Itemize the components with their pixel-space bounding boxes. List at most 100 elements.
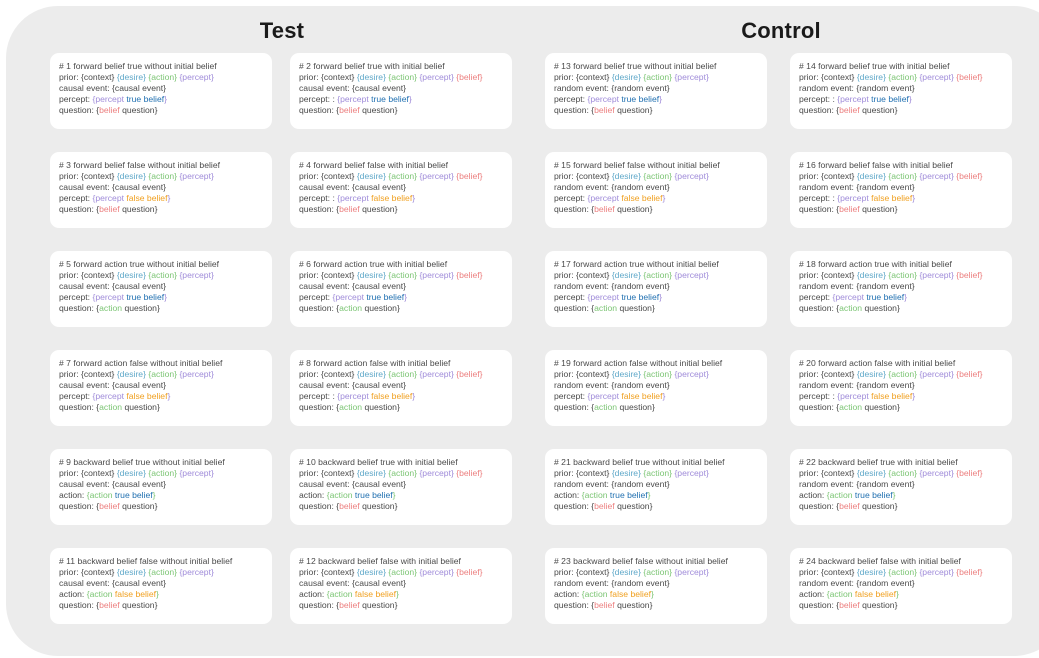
- text-token: question: {: [799, 303, 840, 313]
- percept-token: {percept}: [919, 567, 954, 577]
- card-line: random event: {random event}: [554, 182, 767, 193]
- text-token: percept: :: [799, 391, 838, 401]
- card-line: question: {belief question}: [799, 105, 1012, 116]
- action-token: {action}: [148, 369, 178, 379]
- card-title: # 10 backward belief true with initial b…: [299, 457, 458, 467]
- scenario-card: # 3 forward belief false without initial…: [50, 152, 272, 228]
- card-line: question: {action question}: [554, 402, 767, 413]
- percept-token: }: [408, 94, 412, 104]
- belief-token: {belief}: [956, 270, 983, 280]
- true-belief-token: true belief: [871, 94, 909, 104]
- action-token: action: [594, 402, 618, 412]
- action-token: {action}: [643, 468, 673, 478]
- percept-token: {percept}: [919, 171, 954, 181]
- desire-token: {desire}: [356, 468, 386, 478]
- true-belief-token: true belief: [866, 292, 905, 302]
- text-token: prior: {context}: [799, 369, 857, 379]
- action-token: {action}: [388, 567, 418, 577]
- card-line: prior: {context} {desire} {action} {perc…: [299, 468, 512, 479]
- percept-token: {percept}: [179, 468, 214, 478]
- text-token: action:: [799, 589, 827, 599]
- desire-token: {desire}: [611, 171, 641, 181]
- text-token: causal event: {causal event}: [299, 479, 407, 489]
- text-token: prior: {context}: [554, 171, 612, 181]
- card-line: random event: {random event}: [799, 380, 1012, 391]
- text-token: question: {: [554, 600, 595, 610]
- card-line: random event: {random event}: [554, 578, 767, 589]
- desire-token: {desire}: [116, 468, 146, 478]
- text-token: question: {: [299, 204, 340, 214]
- desire-token: {desire}: [356, 369, 386, 379]
- action-token: {action: [581, 589, 610, 599]
- text-token: question: {: [59, 600, 100, 610]
- text-token: question}: [617, 402, 655, 412]
- card-line: causal event: {causal event}: [59, 578, 272, 589]
- scenario-card: # 24 backward belief false with initial …: [790, 548, 1012, 624]
- text-token: question: {: [299, 105, 340, 115]
- action-token: {action}: [643, 171, 673, 181]
- belief-token: belief: [594, 105, 615, 115]
- action-token: {action}: [388, 468, 418, 478]
- text-token: percept: :: [299, 193, 338, 203]
- card-line: prior: {context} {desire} {action} {perc…: [299, 72, 512, 83]
- card-title: # 3 forward belief false without initial…: [59, 160, 220, 170]
- card-line: question: {belief question}: [59, 600, 272, 611]
- percept-token: {percept}: [179, 171, 214, 181]
- card-line: prior: {context} {desire} {action} {perc…: [299, 270, 512, 281]
- text-token: question: {: [59, 402, 100, 412]
- percept-token: {percept}: [919, 369, 954, 379]
- text-token: random event: {random event}: [554, 380, 670, 390]
- percept-token: {percept: [832, 292, 867, 302]
- desire-token: {desire}: [611, 270, 641, 280]
- true-belief-token: true belief: [366, 292, 405, 302]
- desire-token: {desire}: [611, 468, 641, 478]
- action-token: {action}: [148, 171, 178, 181]
- scenario-card: # 21 backward belief true without initia…: [545, 449, 767, 525]
- percept-token: {percept}: [674, 270, 709, 280]
- action-token: {action}: [643, 270, 673, 280]
- action-token: {action}: [148, 567, 178, 577]
- percept-token: }: [662, 391, 666, 401]
- text-token: prior: {context}: [299, 468, 357, 478]
- text-token: question: {: [299, 600, 340, 610]
- text-token: random event: {random event}: [799, 182, 915, 192]
- scenario-card: # 6 forward action true with initial bel…: [290, 251, 512, 327]
- percept-token: {percept: [837, 193, 872, 203]
- true-belief-token: true belief: [621, 94, 660, 104]
- belief-token: {belief}: [456, 171, 483, 181]
- text-token: question: {: [59, 204, 100, 214]
- card-line: question: {belief question}: [799, 600, 1012, 611]
- action-token: }: [647, 490, 651, 500]
- percept-token: }: [164, 292, 167, 302]
- text-token: question: {: [59, 501, 100, 511]
- text-token: prior: {context}: [59, 171, 117, 181]
- text-token: question: {: [554, 303, 595, 313]
- percept-token: {percept}: [179, 270, 214, 280]
- text-token: random event: {random event}: [799, 380, 915, 390]
- percept-token: }: [904, 292, 907, 302]
- text-token: percept:: [554, 193, 588, 203]
- text-token: action:: [799, 490, 827, 500]
- text-token: question: {: [554, 204, 595, 214]
- text-token: prior: {context}: [299, 270, 357, 280]
- action-token: }: [156, 589, 159, 599]
- percept-token: {percept}: [179, 567, 214, 577]
- card-title: # 1 forward belief true without initial …: [59, 61, 217, 71]
- card-line: random event: {random event}: [799, 479, 1012, 490]
- action-token: {action}: [388, 270, 418, 280]
- card-line: random event: {random event}: [799, 182, 1012, 193]
- card-line: question: {belief question}: [299, 501, 512, 512]
- card-line: causal event: {causal event}: [299, 281, 512, 292]
- percept-token: {percept: [337, 193, 372, 203]
- desire-token: {desire}: [611, 369, 641, 379]
- text-token: question}: [359, 105, 398, 115]
- scenario-card: # 17 forward action true without initial…: [545, 251, 767, 327]
- card-line: action: {action true belief}: [799, 490, 1012, 501]
- card-line: prior: {context} {desire} {action} {perc…: [299, 567, 512, 578]
- card-line: percept: {percept false belief}: [554, 391, 767, 402]
- scenario-card: # 7 forward action false without initial…: [50, 350, 272, 426]
- percept-token: }: [167, 193, 171, 203]
- action-token: {action}: [148, 468, 178, 478]
- percept-token: {percept}: [674, 468, 709, 478]
- desire-token: desire: [119, 72, 144, 82]
